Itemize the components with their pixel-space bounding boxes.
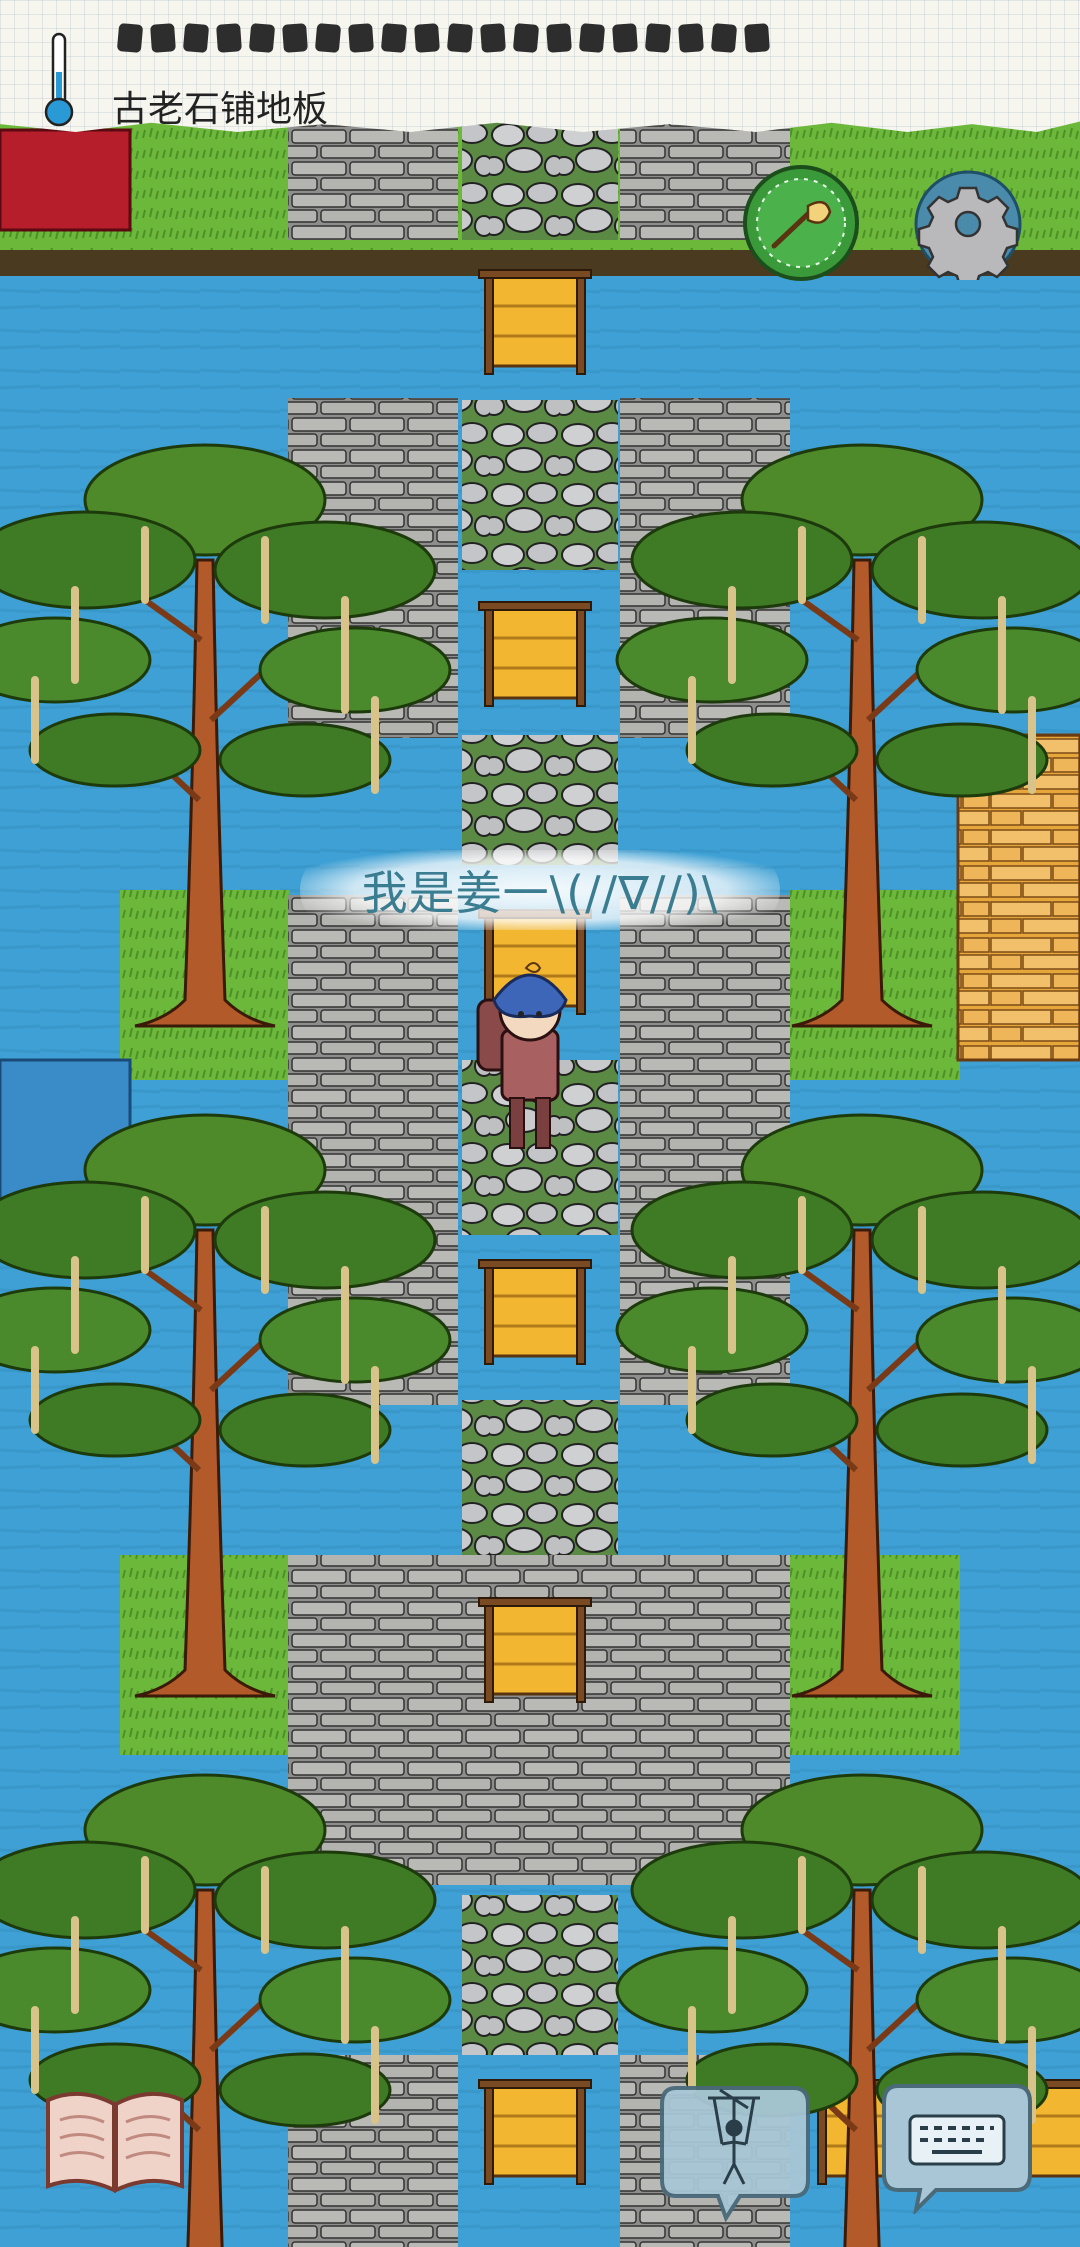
journal-button[interactable] <box>42 2086 188 2196</box>
compass-button[interactable] <box>740 162 862 284</box>
settings-button[interactable] <box>912 168 1024 280</box>
emote-button[interactable] <box>656 2072 814 2222</box>
player-speech-bubble: 我是姜一\(//∇//)\ <box>300 850 780 930</box>
game-world[interactable] <box>0 0 1080 2247</box>
player-speech-text: 我是姜一\(//∇//)\ <box>361 866 719 920</box>
keyboard-icon <box>908 2114 1006 2166</box>
chat-keyboard-button[interactable] <box>876 2074 1036 2214</box>
open-book-icon <box>46 2091 184 2194</box>
paper-perforations <box>116 23 770 53</box>
thermometer-icon <box>44 32 74 127</box>
gear-icon <box>917 186 1019 280</box>
status-paper-bar: 古老石铺地板 <box>0 0 1080 132</box>
